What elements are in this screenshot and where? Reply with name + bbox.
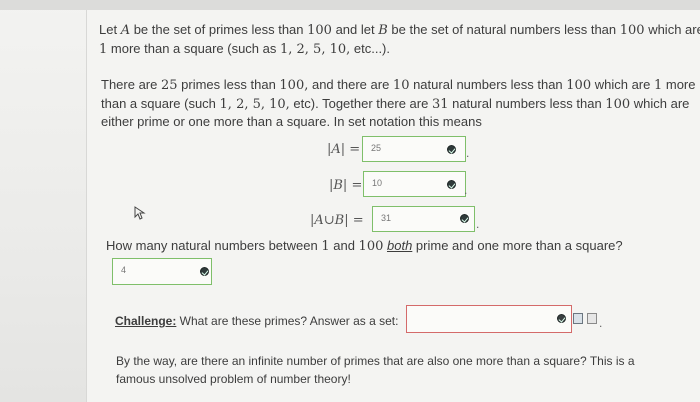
para-text: natural numbers less than xyxy=(448,96,606,111)
challenge-text: Challenge: What are these primes? Answer… xyxy=(115,313,398,330)
emphasis-both: both xyxy=(387,238,413,253)
number-31: 31 xyxy=(431,97,449,112)
challenge-label: Challenge: xyxy=(115,314,177,328)
check-icon xyxy=(200,267,209,276)
intro-text: more than a square (such as xyxy=(107,41,280,56)
example-list: 1, 2, 5, 10, xyxy=(279,42,351,57)
para-line-2: than a square (such 1, 2, 5, 10, etc). T… xyxy=(101,95,689,113)
para-text: etc). Together there are xyxy=(289,96,432,111)
number-100: 100 xyxy=(619,23,645,38)
para-text: and there are xyxy=(308,77,393,92)
footer-line-2: famous unsolved problem of number theory… xyxy=(116,372,351,386)
footer-line-1: By the way, are there an infinite number… xyxy=(116,354,635,368)
intro-text: and let xyxy=(331,22,379,37)
number-100: 100 xyxy=(566,78,592,93)
both-count-input[interactable]: 4 xyxy=(112,258,212,285)
page-background: Let A be the set of primes less than 100… xyxy=(0,0,700,402)
para-text: which are xyxy=(591,77,654,92)
cardinality-b-label: |B| = xyxy=(329,178,363,193)
set-b-symbol: B xyxy=(378,23,388,38)
number-100: 100 xyxy=(605,97,631,112)
help-icon[interactable] xyxy=(587,313,597,324)
para-text: primes less than xyxy=(177,77,280,92)
intro-text: etc...). xyxy=(350,41,390,56)
intro-text: which are xyxy=(644,22,700,37)
cursor-icon xyxy=(134,206,146,220)
cardinality-union-value: 31 xyxy=(381,213,392,223)
period: . xyxy=(476,217,480,231)
cardinality-a-value: 25 xyxy=(371,143,382,153)
question-part: How many natural numbers between xyxy=(106,238,322,253)
para-text: than a square (such xyxy=(101,96,220,111)
period: . xyxy=(466,146,470,160)
para-text: There are xyxy=(101,77,161,92)
example-list: 1, 2, 5, 10, xyxy=(219,97,290,112)
period: . xyxy=(464,183,468,197)
question-part: and xyxy=(329,238,359,253)
set-a-symbol: A xyxy=(120,23,131,38)
para-line-3: either prime or one more than a square. … xyxy=(101,114,482,129)
para-line-1: There are 25 primes less than 100, and t… xyxy=(101,76,696,94)
intro-line-1: Let A be the set of primes less than 100… xyxy=(99,21,700,39)
intro-text: Let xyxy=(99,22,121,37)
cardinality-a-label: |A| = xyxy=(327,142,361,157)
para-text: more xyxy=(662,77,696,92)
challenge-prompt: What are these primes? Answer as a set: xyxy=(176,314,399,328)
top-strip xyxy=(0,0,700,10)
intro-line-2: 1 more than a square (such as 1, 2, 5, 1… xyxy=(99,40,390,58)
check-icon xyxy=(557,314,566,323)
check-icon xyxy=(447,180,456,189)
preview-icon[interactable] xyxy=(573,313,583,324)
question-text: How many natural numbers between 1 and 1… xyxy=(106,237,623,255)
question-part: prime and one more than a square? xyxy=(412,238,623,253)
number-100: 100 xyxy=(307,23,332,38)
both-count-value: 4 xyxy=(121,265,127,275)
check-icon xyxy=(447,145,456,154)
number-1: 1 xyxy=(321,239,330,254)
cardinality-union-label: |A∪B| = xyxy=(310,213,364,228)
para-text: which are xyxy=(630,96,690,111)
intro-text: be the set of natural numbers less than xyxy=(387,22,620,37)
period: . xyxy=(599,316,603,330)
cardinality-b-value: 10 xyxy=(372,178,383,188)
number-25: 25 xyxy=(160,78,178,93)
intro-text: be the set of primes less than xyxy=(130,22,308,37)
check-icon xyxy=(460,214,469,223)
number-100: 100, xyxy=(279,78,309,93)
number-10: 10 xyxy=(392,78,410,93)
para-text: natural numbers less than xyxy=(409,77,567,92)
primes-set-input[interactable] xyxy=(406,305,572,333)
number-100: 100 xyxy=(358,239,384,254)
